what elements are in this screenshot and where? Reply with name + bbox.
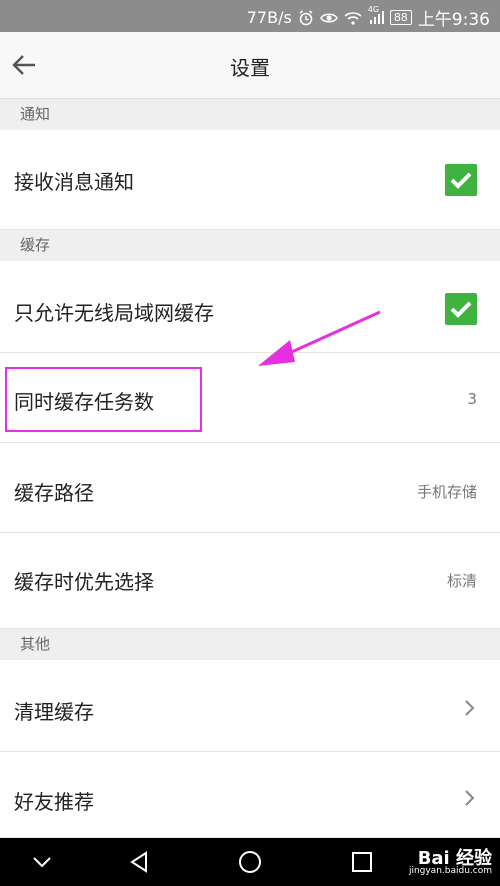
- highlight-box: [5, 367, 202, 432]
- section-header-other: 其他: [0, 629, 500, 660]
- back-triangle-icon[interactable]: [126, 848, 154, 876]
- section-header-cache: 缓存: [0, 230, 500, 261]
- watermark-url: jingyan.baidu.com: [408, 866, 492, 876]
- setting-receive-notifications[interactable]: 接收消息通知: [0, 130, 500, 230]
- battery-icon: 88: [389, 10, 412, 25]
- signal-type-label: 4G: [367, 4, 380, 14]
- setting-label: 好友推荐: [14, 790, 94, 814]
- network-speed: 77B/s: [246, 8, 292, 27]
- app-bar: 设置: [0, 32, 500, 99]
- setting-value: 3: [467, 390, 477, 408]
- wifi-only-checkbox[interactable]: [445, 293, 477, 325]
- setting-wifi-only-cache[interactable]: 只允许无线局域网缓存: [0, 261, 500, 353]
- receive-notifications-checkbox[interactable]: [445, 164, 477, 196]
- chevron-down-icon[interactable]: [28, 848, 56, 876]
- chevron-right-icon: [465, 700, 475, 716]
- status-bar: 77B/s 4G 88 上午9:36: [0, 0, 500, 32]
- checkmark-icon: [450, 172, 472, 189]
- battery-level: 88: [393, 11, 408, 24]
- setting-value: 标清: [446, 572, 477, 590]
- page-title: 设置: [230, 56, 270, 80]
- status-right: 77B/s 4G 88 上午9:36: [246, 5, 490, 31]
- setting-recommend-friends[interactable]: 好友推荐: [0, 752, 500, 838]
- setting-cache-path[interactable]: 缓存路径 手机存储: [0, 443, 500, 533]
- setting-label: 接收消息通知: [14, 170, 134, 194]
- navigation-bar: Bai 经验 jingyan.baidu.com: [0, 838, 500, 886]
- recents-square-icon[interactable]: [348, 848, 376, 876]
- setting-cache-priority[interactable]: 缓存时优先选择 标清: [0, 533, 500, 629]
- setting-label: 缓存时优先选择: [14, 570, 154, 594]
- setting-label: 只允许无线局域网缓存: [14, 301, 214, 325]
- clock: 上午9:36: [417, 10, 490, 30]
- section-header-notify: 通知: [0, 99, 500, 130]
- setting-label: 缓存路径: [14, 481, 94, 505]
- setting-clear-cache[interactable]: 清理缓存: [0, 660, 500, 752]
- wifi-icon: [344, 11, 362, 25]
- chevron-right-icon: [465, 790, 475, 806]
- eye-icon: [319, 11, 338, 25]
- alarm-icon: [298, 9, 314, 26]
- setting-label: 清理缓存: [14, 700, 94, 724]
- cell-signal-icon: 4G: [368, 5, 384, 25]
- setting-value: 手机存储: [416, 483, 477, 501]
- checkmark-icon: [450, 301, 472, 318]
- home-circle-icon[interactable]: [236, 848, 264, 876]
